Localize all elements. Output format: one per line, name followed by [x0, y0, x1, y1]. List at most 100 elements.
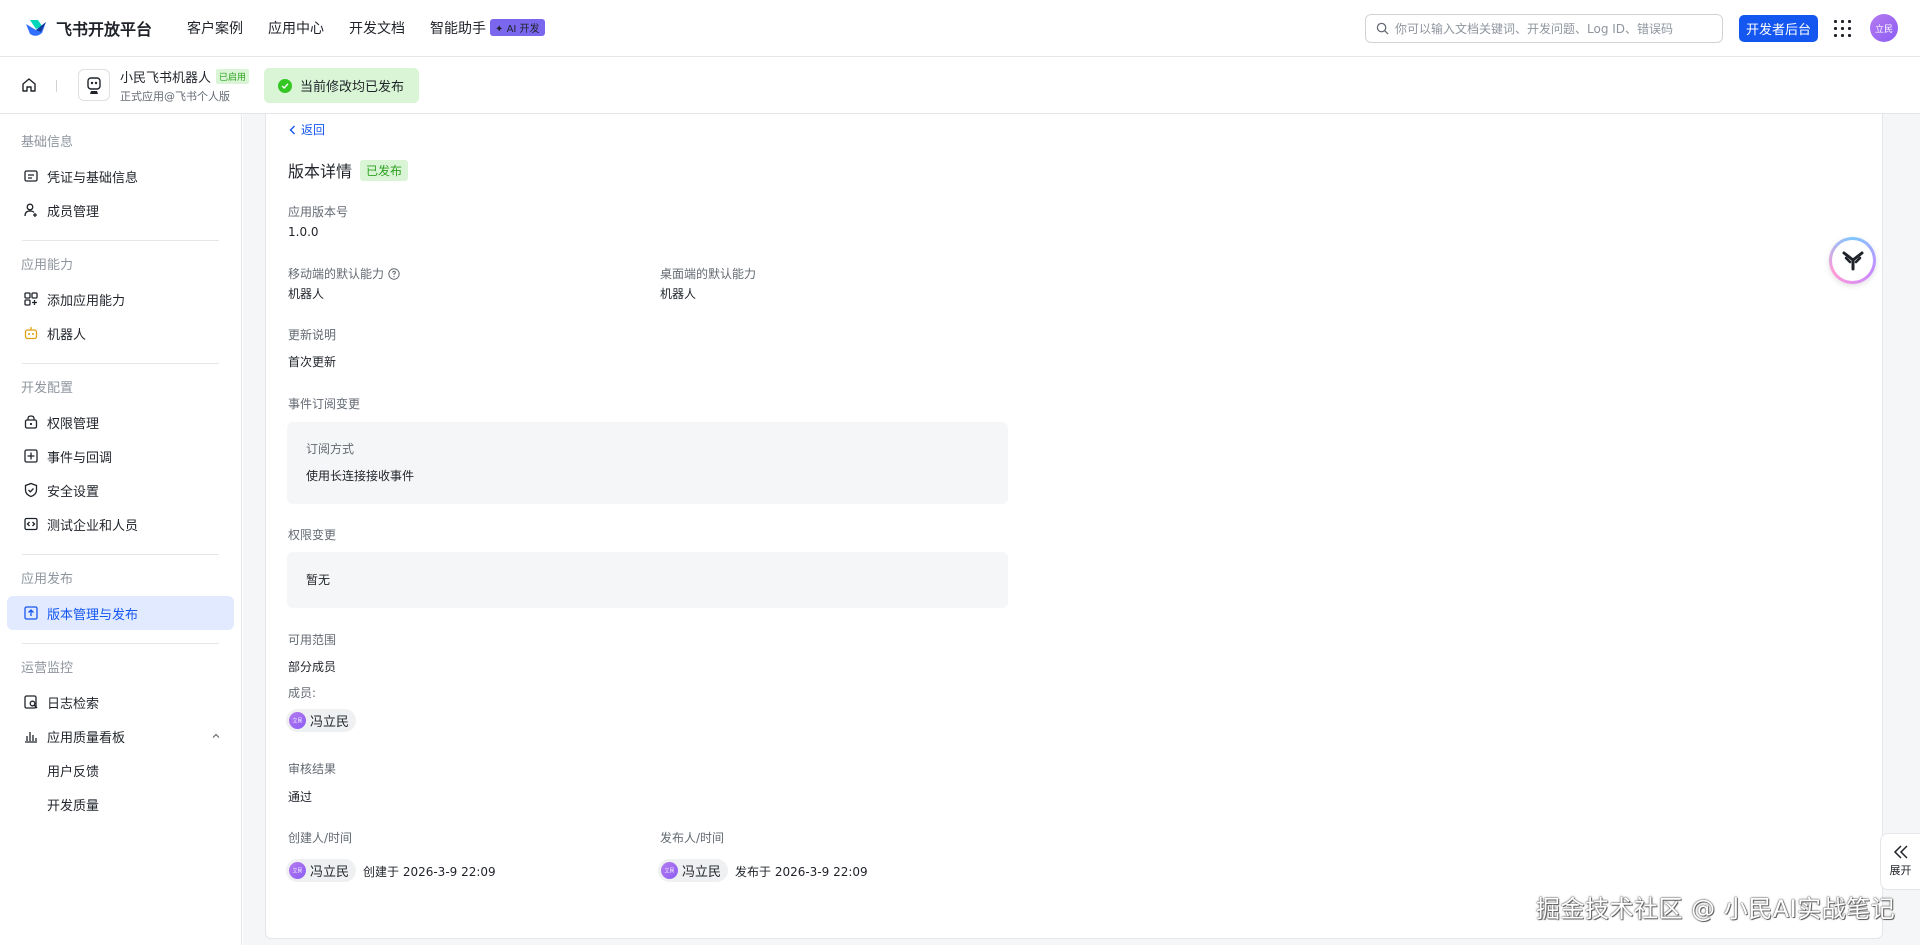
lock-icon [24, 415, 38, 429]
sidebar: 基础信息 凭证与基础信息 成员管理 应用能力 添加应用能力 机器人 开发配置 权… [0, 114, 242, 945]
expand-panel-button[interactable]: 展开 [1880, 833, 1920, 890]
brand[interactable]: 飞书开放平台 [24, 15, 152, 41]
id-card-icon [24, 170, 38, 182]
permission-change-panel [287, 552, 1008, 608]
sidebar-item-permissions[interactable]: 权限管理 [7, 405, 234, 439]
ai-assistant-button[interactable] [1829, 237, 1876, 284]
home-icon[interactable] [20, 76, 38, 94]
creator-label: 创建人/时间 [288, 831, 353, 845]
code-icon [24, 517, 38, 531]
sidebar-item-members[interactable]: 成员管理 [7, 193, 234, 227]
divider [22, 363, 219, 364]
divider [22, 554, 219, 555]
back-link[interactable]: 返回 [289, 121, 325, 138]
app-subtitle: 正式应用@飞书个人版 [120, 90, 230, 103]
nav-app-center[interactable]: 应用中心 [268, 18, 324, 38]
sidebar-item-security[interactable]: 安全设置 [7, 473, 234, 507]
divider [22, 240, 219, 241]
divider [56, 80, 57, 92]
members-label: 成员: [288, 686, 317, 700]
top-navbar: 飞书开放平台 客户案例 应用中心 开发文档 智能助手✦ AI 开发 开发者后台 … [0, 0, 1920, 57]
sidebar-item-log-search[interactable]: 日志检索 [7, 685, 234, 719]
sidebar-group-release: 应用发布 [21, 572, 74, 587]
desktop-capability-label: 桌面端的默认能力 [660, 267, 757, 281]
sidebar-item-dev-quality[interactable]: 开发质量 [7, 787, 234, 821]
app-grid-icon[interactable] [1834, 20, 1851, 37]
publisher-chip[interactable]: 立民 冯立民 [658, 859, 729, 882]
sidebar-item-label: 测试企业和人员 [47, 518, 139, 534]
mobile-capability-label-text: 移动端的默认能力 [288, 267, 385, 281]
sidebar-item-quality-board[interactable]: 应用质量看板 [7, 719, 234, 753]
nav-smart-assistant-label: 智能助手 [430, 21, 486, 37]
sidebar-item-label: 版本管理与发布 [47, 607, 139, 623]
chevron-left-icon [289, 125, 295, 134]
app-avatar [78, 69, 110, 101]
creator-chip[interactable]: 立民 冯立民 [286, 859, 357, 882]
sidebar-item-version-release[interactable]: 版本管理与发布 [7, 596, 234, 630]
sidebar-item-label: 权限管理 [47, 416, 100, 432]
chevron-up-icon[interactable] [212, 732, 220, 740]
member-chip[interactable]: 立民 冯立民 [286, 709, 357, 732]
publisher-label: 发布人/时间 [660, 831, 725, 845]
version-value: 1.0.0 [288, 225, 319, 239]
upload-icon [24, 606, 38, 620]
publish-status-text: 当前修改均已发布 [300, 80, 405, 95]
search-input[interactable] [1395, 21, 1705, 36]
desktop-capability-value: 机器人 [660, 287, 697, 301]
scope-value: 部分成员 [288, 660, 337, 674]
bar-chart-icon [25, 732, 37, 743]
brand-name: 飞书开放平台 [56, 20, 153, 39]
assistant-logo-icon [1842, 251, 1863, 270]
dev-console-button[interactable]: 开发者后台 [1739, 15, 1819, 42]
ai-badge-label: AI 开发 [506, 24, 540, 35]
status-badge: 已发布 [360, 159, 409, 181]
check-icon [278, 78, 292, 93]
search-box[interactable] [1365, 14, 1723, 43]
mobile-capability-label: 移动端的默认能力 [288, 265, 400, 282]
permission-change-label: 权限变更 [288, 528, 337, 542]
nav-customer-cases[interactable]: 客户案例 [187, 18, 243, 38]
robot-icon [24, 327, 38, 340]
nav-dev-docs[interactable]: 开发文档 [349, 18, 405, 38]
event-change-label: 事件订阅变更 [288, 397, 361, 411]
sidebar-item-label: 添加应用能力 [47, 293, 126, 309]
sidebar-item-bot[interactable]: 机器人 [7, 316, 234, 350]
app-name-text: 小民飞书机器人 [120, 71, 212, 86]
sidebar-item-test-tenant[interactable]: 测试企业和人员 [7, 507, 234, 541]
permission-change-value: 暂无 [306, 573, 331, 587]
ai-assistant-inner [1832, 240, 1873, 281]
log-search-icon [24, 695, 38, 709]
sidebar-item-add-capability[interactable]: 添加应用能力 [7, 282, 234, 316]
publish-status: 当前修改均已发布 [264, 68, 420, 103]
sidebar-group-basic: 基础信息 [21, 135, 74, 150]
enabled-tag: 已启用 [216, 69, 250, 84]
user-icon [24, 203, 37, 217]
user-avatar[interactable]: 立民 [1870, 14, 1898, 42]
robot-app-icon [87, 77, 101, 94]
version-detail-card [265, 114, 1883, 939]
sidebar-group-capability: 应用能力 [21, 258, 74, 273]
help-icon[interactable] [388, 267, 400, 280]
version-label: 应用版本号 [288, 205, 349, 219]
app-bar: 小民飞书机器人 已启用 正式应用@飞书个人版 当前修改均已发布 [0, 57, 1920, 114]
review-result-label: 审核结果 [288, 762, 337, 776]
main-nav: 客户案例 应用中心 开发文档 智能助手 ✦ AI 开发 [187, 18, 545, 38]
sidebar-group-ops: 运营监控 [21, 661, 74, 676]
member-name: 冯立民 [310, 715, 350, 730]
shield-icon [24, 482, 38, 498]
sidebar-item-events[interactable]: 事件与回调 [7, 439, 234, 473]
sidebar-item-user-feedback[interactable]: 用户反馈 [7, 753, 234, 787]
double-chevron-left-icon [1893, 845, 1908, 859]
back-label: 返回 [301, 123, 326, 137]
sidebar-item-credentials[interactable]: 凭证与基础信息 [7, 159, 234, 193]
scope-label: 可用范围 [288, 633, 337, 647]
event-change-panel [287, 422, 1008, 504]
nav-smart-assistant[interactable]: 智能助手 ✦ AI 开发 [430, 18, 545, 38]
avatar: 立民 [289, 862, 306, 879]
watermark: 掘金技术社区 @ 小民AI实战笔记 [1536, 895, 1896, 923]
update-notes-value: 首次更新 [288, 355, 337, 369]
sidebar-item-label: 日志检索 [47, 696, 100, 712]
expand-label: 展开 [1889, 864, 1912, 877]
published-at: 发布于 2026-3-9 22:09 [735, 865, 868, 879]
avatar: 立民 [289, 712, 306, 729]
